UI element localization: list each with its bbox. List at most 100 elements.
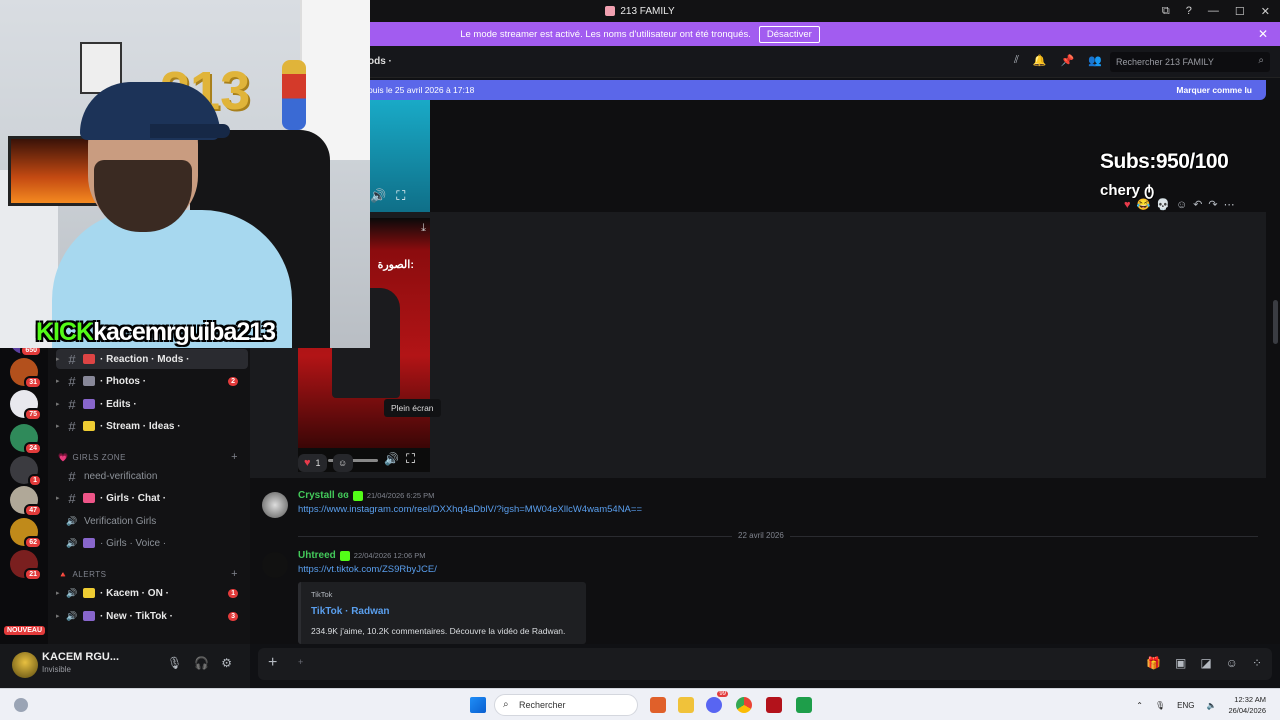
screen: 213 FAMILY ⧉ ? — ☐ ✕ Le mode streamer es… [0, 0, 1280, 720]
channel-name[interactable]: ods · [368, 56, 392, 67]
volume-icon[interactable]: 🔊 [370, 188, 386, 204]
disable-streamer-button[interactable]: Désactiver [758, 25, 820, 43]
channel-item[interactable]: 🔊 Verification Girls [56, 511, 248, 531]
laugh-emoji-icon[interactable]: 😂 [1137, 198, 1151, 211]
volume-icon[interactable]: 🔊 [384, 452, 399, 466]
forward-icon[interactable]: ↷ [1208, 198, 1217, 211]
server-icon[interactable]: 47 [10, 486, 42, 517]
gif-icon[interactable]: ▣ [1175, 656, 1186, 670]
message-author[interactable]: Crystall ɞɞ 21/04/2026 6:25 PM [298, 490, 434, 501]
skull-emoji-icon[interactable]: 💀 [1156, 198, 1170, 211]
new-server-badge[interactable]: NOUVEAU [4, 626, 46, 635]
widgets-icon[interactable] [14, 698, 28, 712]
mark-read-button[interactable]: Marquer comme lu [1176, 85, 1252, 95]
channel-item[interactable]: ▸ # · Photos · 2 [56, 371, 248, 391]
add-reaction-icon[interactable]: ☺ [1176, 199, 1187, 211]
chevron-up-icon[interactable]: ⌃ [1136, 701, 1143, 710]
channel-label: · Reaction · Mods · [100, 353, 190, 365]
user-name[interactable]: KACEM RGU... [42, 651, 119, 663]
bell-icon[interactable]: 🔔 [1033, 54, 1047, 67]
server-icon[interactable]: 31 [10, 358, 42, 389]
channel-category[interactable]: 🔺 ALERTS + [58, 567, 248, 581]
search-input[interactable]: Rechercher 213 FAMILY ⌕ [1110, 52, 1270, 72]
message-composer[interactable]: + + 🎁 ▣ ◪ ☺ ⁘ [258, 648, 1272, 680]
apps-icon[interactable]: ⁘ [1252, 656, 1262, 670]
message-link[interactable]: https://www.instagram.com/reel/DXXhq4aDb… [298, 504, 642, 515]
add-channel-icon[interactable]: + [231, 568, 238, 580]
close-icon[interactable]: ✕ [1258, 27, 1268, 41]
add-reaction-button[interactable]: ☺ [332, 454, 353, 472]
channel-item[interactable]: ▸ # · Reaction · Mods · [56, 349, 248, 369]
add-channel-icon[interactable]: + [231, 451, 238, 463]
channel-category[interactable]: 💗 GIRLS ZONE + [58, 450, 248, 464]
threads-icon[interactable]: ⫽ [1014, 54, 1019, 67]
microphone-icon[interactable]: 🎙 [1155, 701, 1165, 710]
channel-item[interactable]: ▸ 🔊 · New · TikTok · 3 [56, 606, 248, 626]
sticker-icon[interactable]: ◪ [1200, 656, 1211, 670]
message-author[interactable]: Uhtreed 22/04/2026 12:06 PM [298, 550, 426, 561]
message-link[interactable]: https://vt.tiktok.com/ZS9RbyJCE/ [298, 564, 437, 575]
link-embed: TikTok TikTok · Radwan 234.9K j'aime, 10… [298, 582, 586, 644]
maximize-button[interactable]: ☐ [1235, 5, 1245, 18]
language-indicator[interactable]: ENG [1177, 701, 1194, 710]
kick-app-icon[interactable] [796, 697, 812, 713]
download-icon[interactable]: ⤓ [421, 222, 426, 235]
embed-description: 234.9K j'aime, 10.2K commentaires. Décou… [311, 626, 566, 636]
avatar[interactable] [12, 652, 38, 678]
taskbar-search[interactable]: ⌕ Rechercher [494, 694, 638, 716]
reaction-heart[interactable]: ♥ 1 [298, 454, 327, 472]
inbox-icon[interactable]: ⧉ [1162, 5, 1170, 18]
scrollbar[interactable] [1273, 300, 1278, 344]
channel-item[interactable]: ▸ 🔊 · Kacem · ON · 1 [56, 583, 248, 603]
close-button[interactable]: ✕ [1261, 5, 1270, 18]
microphone-icon[interactable]: 🎙 [167, 656, 182, 670]
channel-item[interactable]: ▸ # · Girls · Chat · [56, 488, 248, 508]
avatar[interactable] [262, 492, 288, 518]
help-icon[interactable]: ? [1186, 5, 1192, 17]
channel-label: · Photos · [100, 375, 147, 387]
server-icon[interactable]: 75 [10, 390, 42, 421]
reply-icon[interactable]: ↶ [1193, 198, 1202, 211]
channel-label: · Edits · [100, 398, 137, 410]
author-name[interactable]: Crystall ɞɞ [298, 490, 349, 501]
channel-emoji-icon [83, 588, 95, 598]
fullscreen-icon[interactable]: ⛶ [396, 188, 405, 204]
emoji-icon[interactable]: ☺ [1226, 656, 1238, 670]
webcam-overlay: 213 [0, 0, 370, 348]
server-icon[interactable]: 21 [10, 550, 42, 581]
attach-plus-icon[interactable]: + [268, 654, 277, 672]
channel-item[interactable]: ▸ # · Stream · Ideas · [56, 416, 248, 436]
clock[interactable]: 12:32 AM 26/04/2026 [1228, 694, 1266, 716]
more-icon[interactable]: ⋯ [1224, 198, 1235, 211]
headphones-icon[interactable]: 🎧 [194, 656, 209, 670]
pin-icon[interactable]: 📌 [1061, 54, 1075, 67]
chrome-icon[interactable] [736, 697, 752, 713]
gift-icon[interactable]: 🎁 [1146, 656, 1161, 670]
embed-title[interactable]: TikTok · Radwan [311, 606, 390, 617]
server-icon[interactable]: 62 [10, 518, 42, 549]
server-icon[interactable]: 1 [10, 456, 42, 487]
discord-icon[interactable]: 99 [706, 691, 728, 713]
minimize-button[interactable]: — [1208, 5, 1219, 17]
network-volume-icon[interactable]: 🔈 [1206, 701, 1216, 710]
author-name[interactable]: Uhtreed [298, 550, 336, 561]
channel-item[interactable]: 🔊 · Girls · Voice · [56, 533, 248, 553]
channel-item[interactable]: ▸ # · Edits · [56, 394, 248, 414]
start-button[interactable] [470, 697, 486, 713]
acrobat-icon[interactable] [766, 697, 782, 713]
fullscreen-icon[interactable]: ⛶ [406, 451, 415, 467]
server-icon[interactable]: 24 [10, 424, 42, 455]
channel-item[interactable]: # need-verification [56, 466, 248, 486]
new-messages-bar[interactable]: puis le 25 avril 2026 à 17:18 Marquer co… [250, 80, 1266, 100]
brave-icon[interactable] [650, 697, 666, 713]
members-icon[interactable]: 👥 [1088, 54, 1102, 67]
avatar[interactable] [262, 552, 288, 578]
channel-label: · Girls · Voice · [100, 537, 167, 549]
heart-icon[interactable]: ♥ [1124, 199, 1131, 211]
server-badge: 75 [24, 408, 42, 421]
composer-input[interactable]: + [298, 657, 303, 667]
gear-icon[interactable]: ⚙ [221, 656, 232, 670]
window-title: 213 FAMILY [605, 6, 675, 17]
kick-logo-text: KICK [36, 318, 94, 346]
folder-icon[interactable] [678, 697, 694, 713]
